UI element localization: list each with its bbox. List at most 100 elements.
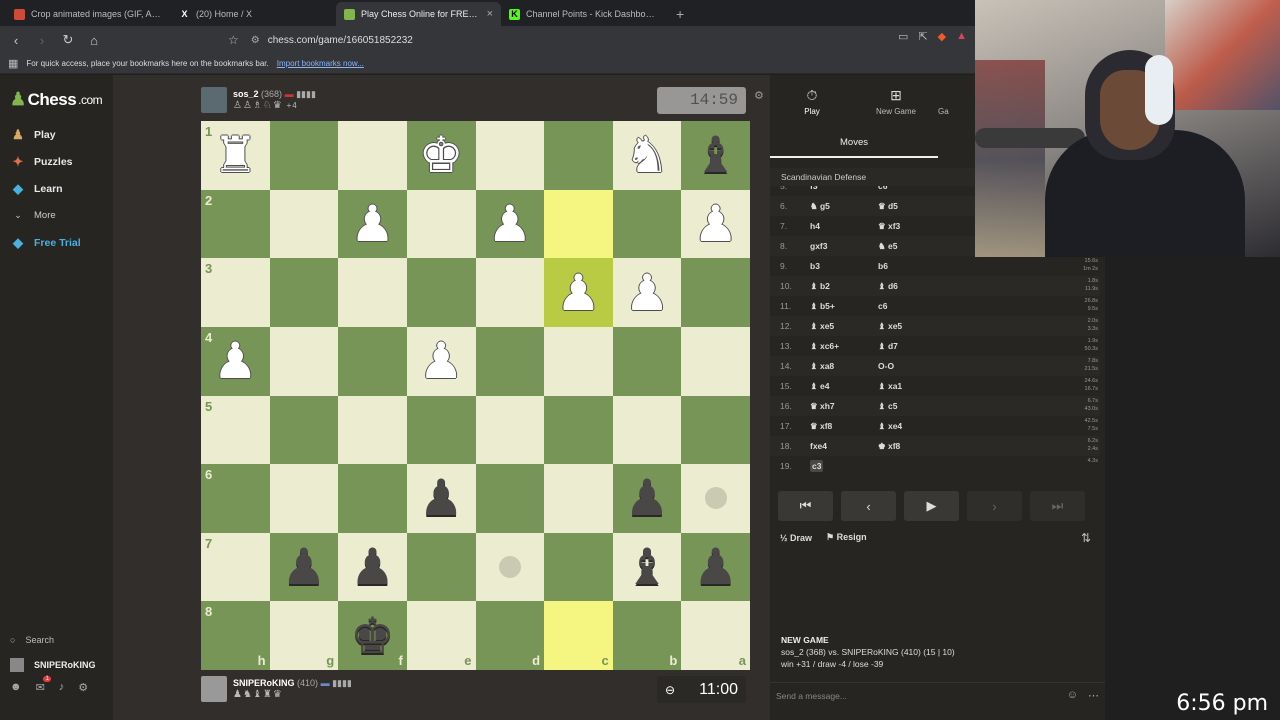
white-move[interactable]: ♛ xf8 [810,421,878,432]
rewards-icon[interactable]: ▲ [956,30,967,43]
sidebar-search[interactable]: ○ Search [10,627,96,652]
square-c8[interactable]: c [544,601,613,670]
square-e7[interactable] [406,532,476,602]
square-b2[interactable] [612,189,682,259]
legal-move-hint[interactable] [704,487,727,510]
black-move[interactable]: O-O [878,361,958,371]
square-b8[interactable]: b [612,601,682,670]
gear-icon[interactable]: ⚙ [78,681,88,694]
sidebar-item-more[interactable]: ⌄ More [10,202,81,229]
square-d5[interactable] [475,395,545,465]
tab-play[interactable]: ⏱ Play [770,75,854,128]
square-f1[interactable] [338,121,407,190]
white-piece[interactable]: ♜ [213,130,258,180]
opponent-name[interactable]: sos_2 [233,89,259,99]
square-g3[interactable] [269,258,339,327]
share-icon[interactable]: ⇱ [918,30,927,43]
square-h8[interactable]: 8h [201,601,270,670]
square-h7[interactable]: 7 [201,532,270,602]
more-icon[interactable]: ⋯ [1088,689,1099,702]
white-move[interactable]: h4 [810,221,878,231]
square-c6[interactable] [544,464,613,533]
square-a5[interactable] [681,395,750,465]
board-settings-icon[interactable]: ⚙ [754,89,764,102]
square-g2[interactable] [269,189,339,259]
white-move[interactable]: f3 [810,186,878,191]
legal-move-hint[interactable] [498,556,521,579]
address-bar[interactable]: ☆ ⚙ chess.com/game/166051852232 [228,30,968,50]
square-a2[interactable]: ♟ [681,189,750,259]
square-d7[interactable] [475,532,545,602]
black-move[interactable]: ♛ xf3 [878,221,958,232]
sidebar-item-free-trial[interactable]: ◆ Free Trial [10,229,81,256]
sidebar-item-play[interactable]: ♟ Play [10,121,81,148]
square-e3[interactable] [406,258,476,327]
black-piece[interactable]: ♟ [282,542,327,592]
square-a8[interactable]: a [681,601,750,670]
chat-placeholder[interactable]: Send a message... [776,691,847,701]
square-e2[interactable] [406,189,476,259]
sidebar-item-learn[interactable]: ◆ Learn [10,175,81,202]
close-tab-icon[interactable]: × [487,8,493,20]
square-b4[interactable] [612,326,682,396]
reload-icon[interactable]: ↻ [60,32,76,48]
square-h2[interactable]: 2 [201,189,270,259]
black-move[interactable]: c6 [878,186,958,191]
browser-tab[interactable]: K Channel Points - Kick Dashboard [501,2,666,26]
black-move[interactable]: ♝ xa1 [878,381,958,392]
black-move[interactable]: ♞ e5 [878,241,958,252]
square-c3[interactable]: ♟ [544,258,613,327]
resign-button[interactable]: ⚑ Resign [826,532,867,543]
apps-grid-icon[interactable]: ▦ [8,57,18,70]
square-d4[interactable] [475,326,545,396]
white-move[interactable]: ♝ xe5 [810,321,878,332]
square-h5[interactable]: 5 [201,395,270,465]
back-icon[interactable]: ‹ [8,33,24,48]
black-move[interactable]: c6 [878,301,958,311]
square-h3[interactable]: 3 [201,258,270,327]
player-avatar[interactable] [201,676,227,702]
black-piece[interactable]: ♟ [693,542,738,592]
white-move[interactable]: c3 [810,460,878,472]
tab-new-game[interactable]: ⊞ New Game [854,75,938,128]
home-icon[interactable]: ⌂ [86,33,102,48]
white-piece[interactable]: ♞ [625,130,670,180]
square-d6[interactable] [475,464,545,533]
square-c7[interactable] [544,532,613,602]
black-piece[interactable]: ♟ [625,473,670,523]
white-piece[interactable]: ♟ [419,336,464,386]
black-piece[interactable]: ♟ [350,542,395,592]
square-g1[interactable] [269,121,339,190]
previous-move-button[interactable]: ‹ [841,491,896,521]
flip-board-icon[interactable]: ⇅ [1081,531,1091,545]
square-e1[interactable]: ♚ [406,121,476,190]
white-move[interactable]: ♝ b2 [810,281,878,292]
square-d1[interactable] [475,121,545,190]
square-b5[interactable] [612,395,682,465]
black-piece[interactable]: ♝ [625,542,670,592]
chesscom-logo[interactable]: ♟ Chess .com [10,89,103,110]
forward-icon[interactable]: › [34,33,50,48]
black-move[interactable]: ♚ xf8 [878,441,958,452]
current-move[interactable]: c3 [810,460,824,472]
white-piece[interactable]: ♟ [487,199,532,249]
white-move[interactable]: ♝ b5+ [810,301,878,312]
white-piece[interactable]: ♟ [625,268,670,318]
square-a1[interactable]: ♝ [681,121,750,190]
tab-moves[interactable]: Moves [770,128,938,158]
square-f6[interactable] [338,464,407,533]
white-move[interactable]: b3 [810,261,878,271]
white-piece[interactable]: ♟ [556,268,601,318]
black-move[interactable]: ♝ xe5 [878,321,958,332]
square-a7[interactable]: ♟ [681,532,750,602]
black-move[interactable]: ♛ d5 [878,201,958,212]
square-c1[interactable] [544,121,613,190]
last-move-button[interactable]: ⏭ [1030,491,1085,521]
bookmark-icon[interactable]: ☆ [228,33,239,47]
white-move[interactable]: fxe4 [810,441,878,451]
square-g6[interactable] [269,464,339,533]
square-f5[interactable] [338,395,407,465]
white-move[interactable]: ♝ e4 [810,381,878,392]
square-f8[interactable]: f ♚ [338,601,407,670]
sidebar-user[interactable]: SNIPERoKING [10,652,96,677]
